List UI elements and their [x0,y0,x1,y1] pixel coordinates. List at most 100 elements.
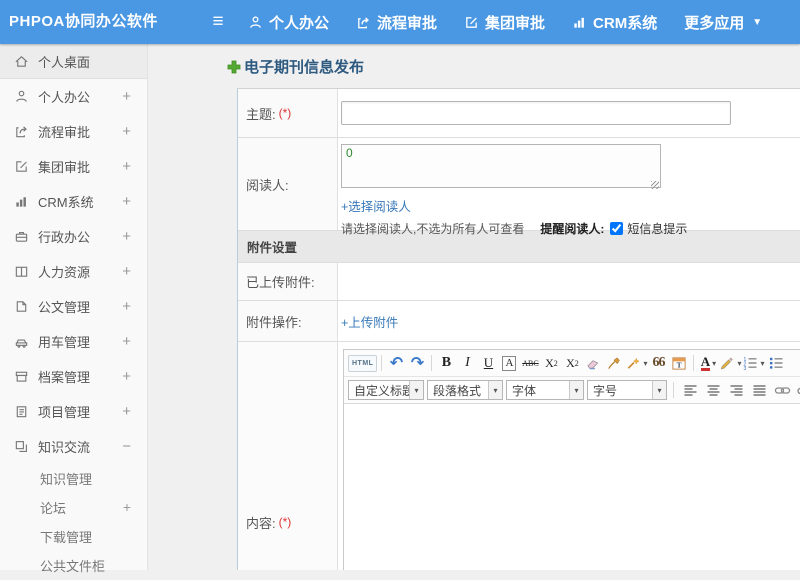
unlink-icon[interactable] [795,380,800,401]
superscript-button[interactable]: X2 [541,353,561,374]
align-right-icon[interactable] [726,380,746,401]
bar-chart-icon [572,15,587,30]
bullet-list-icon[interactable] [766,353,786,374]
sidebar-item-group-approval[interactable]: 集团审批 + [0,149,147,184]
font-style-button[interactable]: A [499,353,519,374]
italic-button[interactable]: I [457,353,477,374]
page-title: 电子期刊信息发布 [227,56,364,77]
html-source-button[interactable]: HTML [348,355,377,372]
expand-toggle[interactable]: + [122,359,131,394]
underline-button[interactable]: U [478,353,498,374]
caret-down-icon: ▾ [652,381,666,399]
sidebar-item-knowledge-exchange[interactable]: 知识交流 − [0,429,147,464]
undo-icon[interactable]: ↶ [386,353,406,374]
uploaded-attachments-row: 已上传附件: [238,263,800,301]
attachment-actions-row: 附件操作: +上传附件 [238,301,800,342]
expand-toggle[interactable]: + [122,219,131,254]
ordered-list-icon[interactable]: 123 ▾ [742,353,764,374]
subject-input[interactable] [341,101,731,125]
document-icon [14,299,29,314]
caret-down-icon: ▾ [488,381,502,399]
readers-hint: 请选择阅读人,不选为所有人可查看 [341,220,524,237]
sidebar-subitem-download-mgmt[interactable]: 下载管理 [0,522,147,551]
table-insert-icon[interactable]: T [669,353,689,374]
expand-toggle[interactable]: + [122,184,131,219]
briefcase-icon [14,229,29,244]
editor-content-area[interactable] [344,404,800,570]
magic-wand-icon[interactable]: ▾ [625,353,647,374]
link-icon[interactable] [772,380,792,401]
align-justify-icon[interactable] [749,380,769,401]
attachment-actions-label: 附件操作: [238,301,338,341]
nav-more-apps[interactable]: 更多应用 ▼ [684,12,762,33]
expand-toggle[interactable]: + [122,394,131,429]
select-readers-link[interactable]: +选择阅读人 [341,196,411,215]
sidebar-item-hr[interactable]: 人力资源 + [0,254,147,289]
blockquote-button[interactable]: 66 [648,353,668,374]
font-color-button[interactable]: A ▾ [698,353,718,374]
caret-down-icon: ▾ [712,359,716,368]
sidebar-item-admin-office[interactable]: 行政办公 + [0,219,147,254]
book-icon [14,264,29,279]
sidebar-item-document-mgmt[interactable]: 公文管理 + [0,289,147,324]
subscript-button[interactable]: X2 [562,353,582,374]
readers-row: 阅读人: 0 +选择阅读人 请选择阅读人,不选为所有人可查看 提醒阅读人: 短信… [238,138,800,231]
resize-grip-icon[interactable] [651,181,659,189]
readers-label: 阅读人: [238,138,338,230]
expand-toggle[interactable]: + [122,324,131,359]
nav-personal-office[interactable]: 个人办公 [248,12,329,33]
top-header: PHPOA协同办公软件 ≡ 个人办公 流程审批 集团审批 CRM系统 [0,0,800,44]
hamburger-menu-icon[interactable]: ≡ [207,12,229,32]
sidebar-item-archive-mgmt[interactable]: 档案管理 + [0,359,147,394]
expand-toggle[interactable]: + [122,254,131,289]
sidebar-item-crm[interactable]: CRM系统 + [0,184,147,219]
expand-toggle[interactable]: + [122,114,131,149]
svg-text:3: 3 [744,366,747,370]
person-icon [248,15,263,30]
svg-text:T: T [677,360,682,369]
sidebar-item-personal-office[interactable]: 个人办公 + [0,79,147,114]
highlight-pen-icon[interactable]: ▾ [719,353,741,374]
readers-textarea[interactable]: 0 [341,144,661,188]
sidebar-item-flow-approval[interactable]: 流程审批 + [0,114,147,149]
strikethrough-button[interactable]: ABC [520,353,540,374]
bold-button[interactable]: B [436,353,456,374]
eraser-icon[interactable] [583,353,603,374]
paragraph-format-select[interactable]: 段落格式 ▾ [427,380,503,400]
subject-label: 主题: (*) [238,89,338,137]
sidebar-subitem-public-file-cabinet[interactable]: 公共文件柜 [0,551,147,580]
nav-group-approval[interactable]: 集团审批 [464,12,545,33]
nav-flow-approval[interactable]: 流程审批 [356,12,437,33]
format-brush-icon[interactable] [604,353,624,374]
layers-icon [14,439,29,454]
toolbar-separator [431,355,432,371]
sms-notify-checkbox[interactable] [610,222,623,235]
font-family-select[interactable]: 字体 ▾ [506,380,584,400]
content-label: 内容: (*) [238,342,338,570]
editor-toolbar-row2: 自定义标题 ▾ 段落格式 ▾ 字体 ▾ 字号 ▾ [344,377,800,404]
font-size-select[interactable]: 字号 ▾ [587,380,667,400]
bar-chart-icon [14,194,29,209]
align-center-icon[interactable] [703,380,723,401]
redo-icon[interactable]: ↷ [407,353,427,374]
toolbar-separator [693,355,694,371]
upload-attachment-link[interactable]: +上传附件 [341,312,398,331]
heading-select[interactable]: 自定义标题 ▾ [348,380,424,400]
sidebar-item-vehicle-mgmt[interactable]: 用车管理 + [0,324,147,359]
sidebar-subitem-forum[interactable]: 论坛 + [0,493,147,522]
collapse-toggle[interactable]: − [122,429,131,464]
expand-toggle[interactable]: + [122,149,131,184]
subject-row: 主题: (*) [238,89,800,138]
sidebar-subitem-knowledge-mgmt[interactable]: 知识管理 [0,464,147,493]
expand-toggle[interactable]: + [122,79,131,114]
editor-toolbar-row1: HTML ↶ ↷ B I U A ABC X2 X2 [344,350,800,377]
caret-down-icon: ▾ [569,381,583,399]
sidebar-item-desktop[interactable]: 个人桌面 [0,44,147,79]
caret-down-icon: ▾ [737,359,741,368]
expand-toggle[interactable]: + [122,289,131,324]
sidebar-item-project-mgmt[interactable]: 项目管理 + [0,394,147,429]
nav-crm-system[interactable]: CRM系统 [572,12,657,33]
align-left-icon[interactable] [680,380,700,401]
expand-toggle[interactable]: + [123,493,131,522]
top-nav: 个人办公 流程审批 集团审批 CRM系统 更多应用 ▼ [248,0,762,44]
